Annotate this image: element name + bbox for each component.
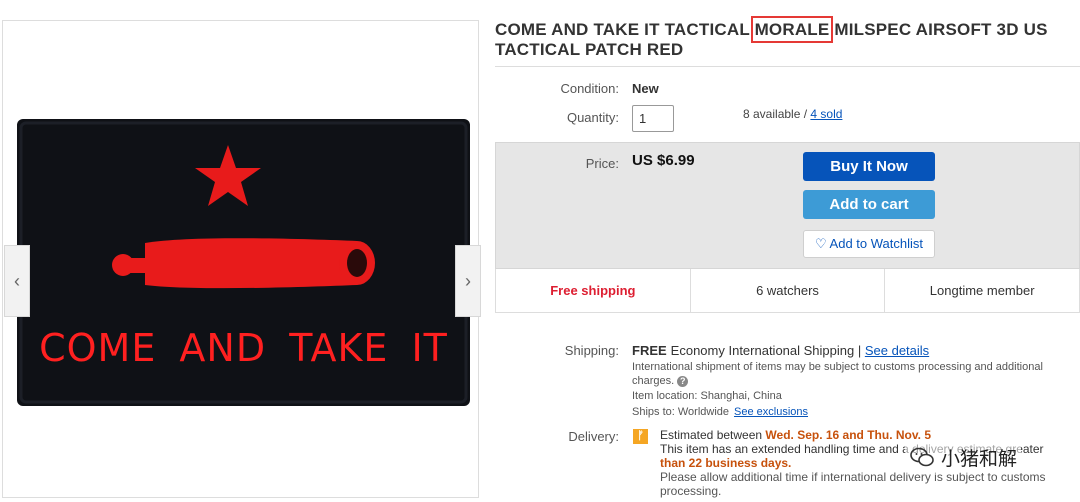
- watchers-badge: 6 watchers: [691, 269, 886, 312]
- see-exclusions-link[interactable]: See exclusions: [734, 406, 808, 418]
- estimate-dates: Wed. Sep. 16 and Thu. Nov. 5: [765, 428, 931, 442]
- chevron-left-icon: ‹: [14, 270, 20, 291]
- condition-label: Condition:: [560, 81, 619, 96]
- shipping-note: International shipment of items may be s…: [632, 360, 1072, 388]
- price-label: Price:: [585, 156, 619, 171]
- available-count: 8 available /: [743, 107, 811, 121]
- shipping-method: Economy International Shipping |: [670, 343, 865, 358]
- patch-slogan: COME AND TAKE IT: [39, 326, 448, 370]
- estimate-prefix: Estimated between: [660, 428, 766, 442]
- wechat-logo-icon: [910, 447, 934, 467]
- flag-icon: ᚠ: [633, 429, 648, 444]
- add-to-cart-button[interactable]: Add to cart: [803, 190, 935, 219]
- delivery-label: Delivery:: [568, 429, 619, 444]
- title-part: COME AND TAKE IT TACTICAL: [495, 20, 755, 39]
- heart-icon: ♡: [814, 236, 827, 251]
- delivery-estimate: Estimated between Wed. Sep. 16 and Thu. …: [660, 428, 1080, 442]
- shipping-label: Shipping:: [564, 343, 619, 358]
- listing-title: COME AND TAKE IT TACTICAL MORALE MILSPEC…: [495, 16, 1075, 60]
- watermark: 小猪和解: [905, 441, 1022, 473]
- chevron-right-icon: ›: [465, 270, 471, 291]
- price-value: US $6.99: [632, 152, 695, 169]
- gallery-prev-button[interactable]: ‹: [4, 245, 30, 317]
- image-gallery: COME AND TAKE IT ‹ ›: [2, 20, 481, 498]
- watchlist-label: Add to Watchlist: [829, 236, 923, 251]
- customs-note: International shipment of items may be s…: [632, 361, 1043, 387]
- add-to-watchlist-button[interactable]: ♡ Add to Watchlist: [803, 230, 935, 258]
- availability: 8 available / 4 sold: [743, 107, 842, 121]
- question-icon[interactable]: ?: [677, 375, 689, 387]
- sold-link[interactable]: 4 sold: [810, 107, 842, 121]
- buy-it-now-button[interactable]: Buy It Now: [803, 152, 935, 181]
- quantity-input[interactable]: 1: [632, 105, 674, 132]
- ships-to: Ships to: Worldwide See exclusions: [632, 406, 808, 418]
- divider: [495, 66, 1080, 67]
- condition-value: New: [632, 81, 659, 96]
- badges-row: Free shipping 6 watchers Longtime member: [495, 269, 1080, 313]
- quantity-label: Quantity:: [566, 110, 619, 125]
- title-highlight: MORALE: [750, 16, 834, 43]
- item-location: Item location: Shanghai, China: [632, 390, 782, 402]
- gallery-next-button[interactable]: ›: [455, 245, 481, 317]
- shipping-summary: FREE Economy International Shipping | See…: [632, 343, 929, 358]
- free-shipping-badge: Free shipping: [496, 269, 691, 312]
- shipping-cost: FREE: [632, 343, 667, 358]
- cannon-icon: [112, 238, 375, 289]
- product-image[interactable]: COME AND TAKE IT: [17, 119, 470, 406]
- customs-delay-note: Please allow additional time if internat…: [660, 470, 1046, 498]
- seller-member-badge: Longtime member: [929, 283, 1035, 298]
- watermark-text: 小猪和解: [941, 447, 1018, 470]
- see-details-link[interactable]: See details: [865, 343, 929, 358]
- ships-to-value: Ships to: Worldwide: [632, 406, 730, 418]
